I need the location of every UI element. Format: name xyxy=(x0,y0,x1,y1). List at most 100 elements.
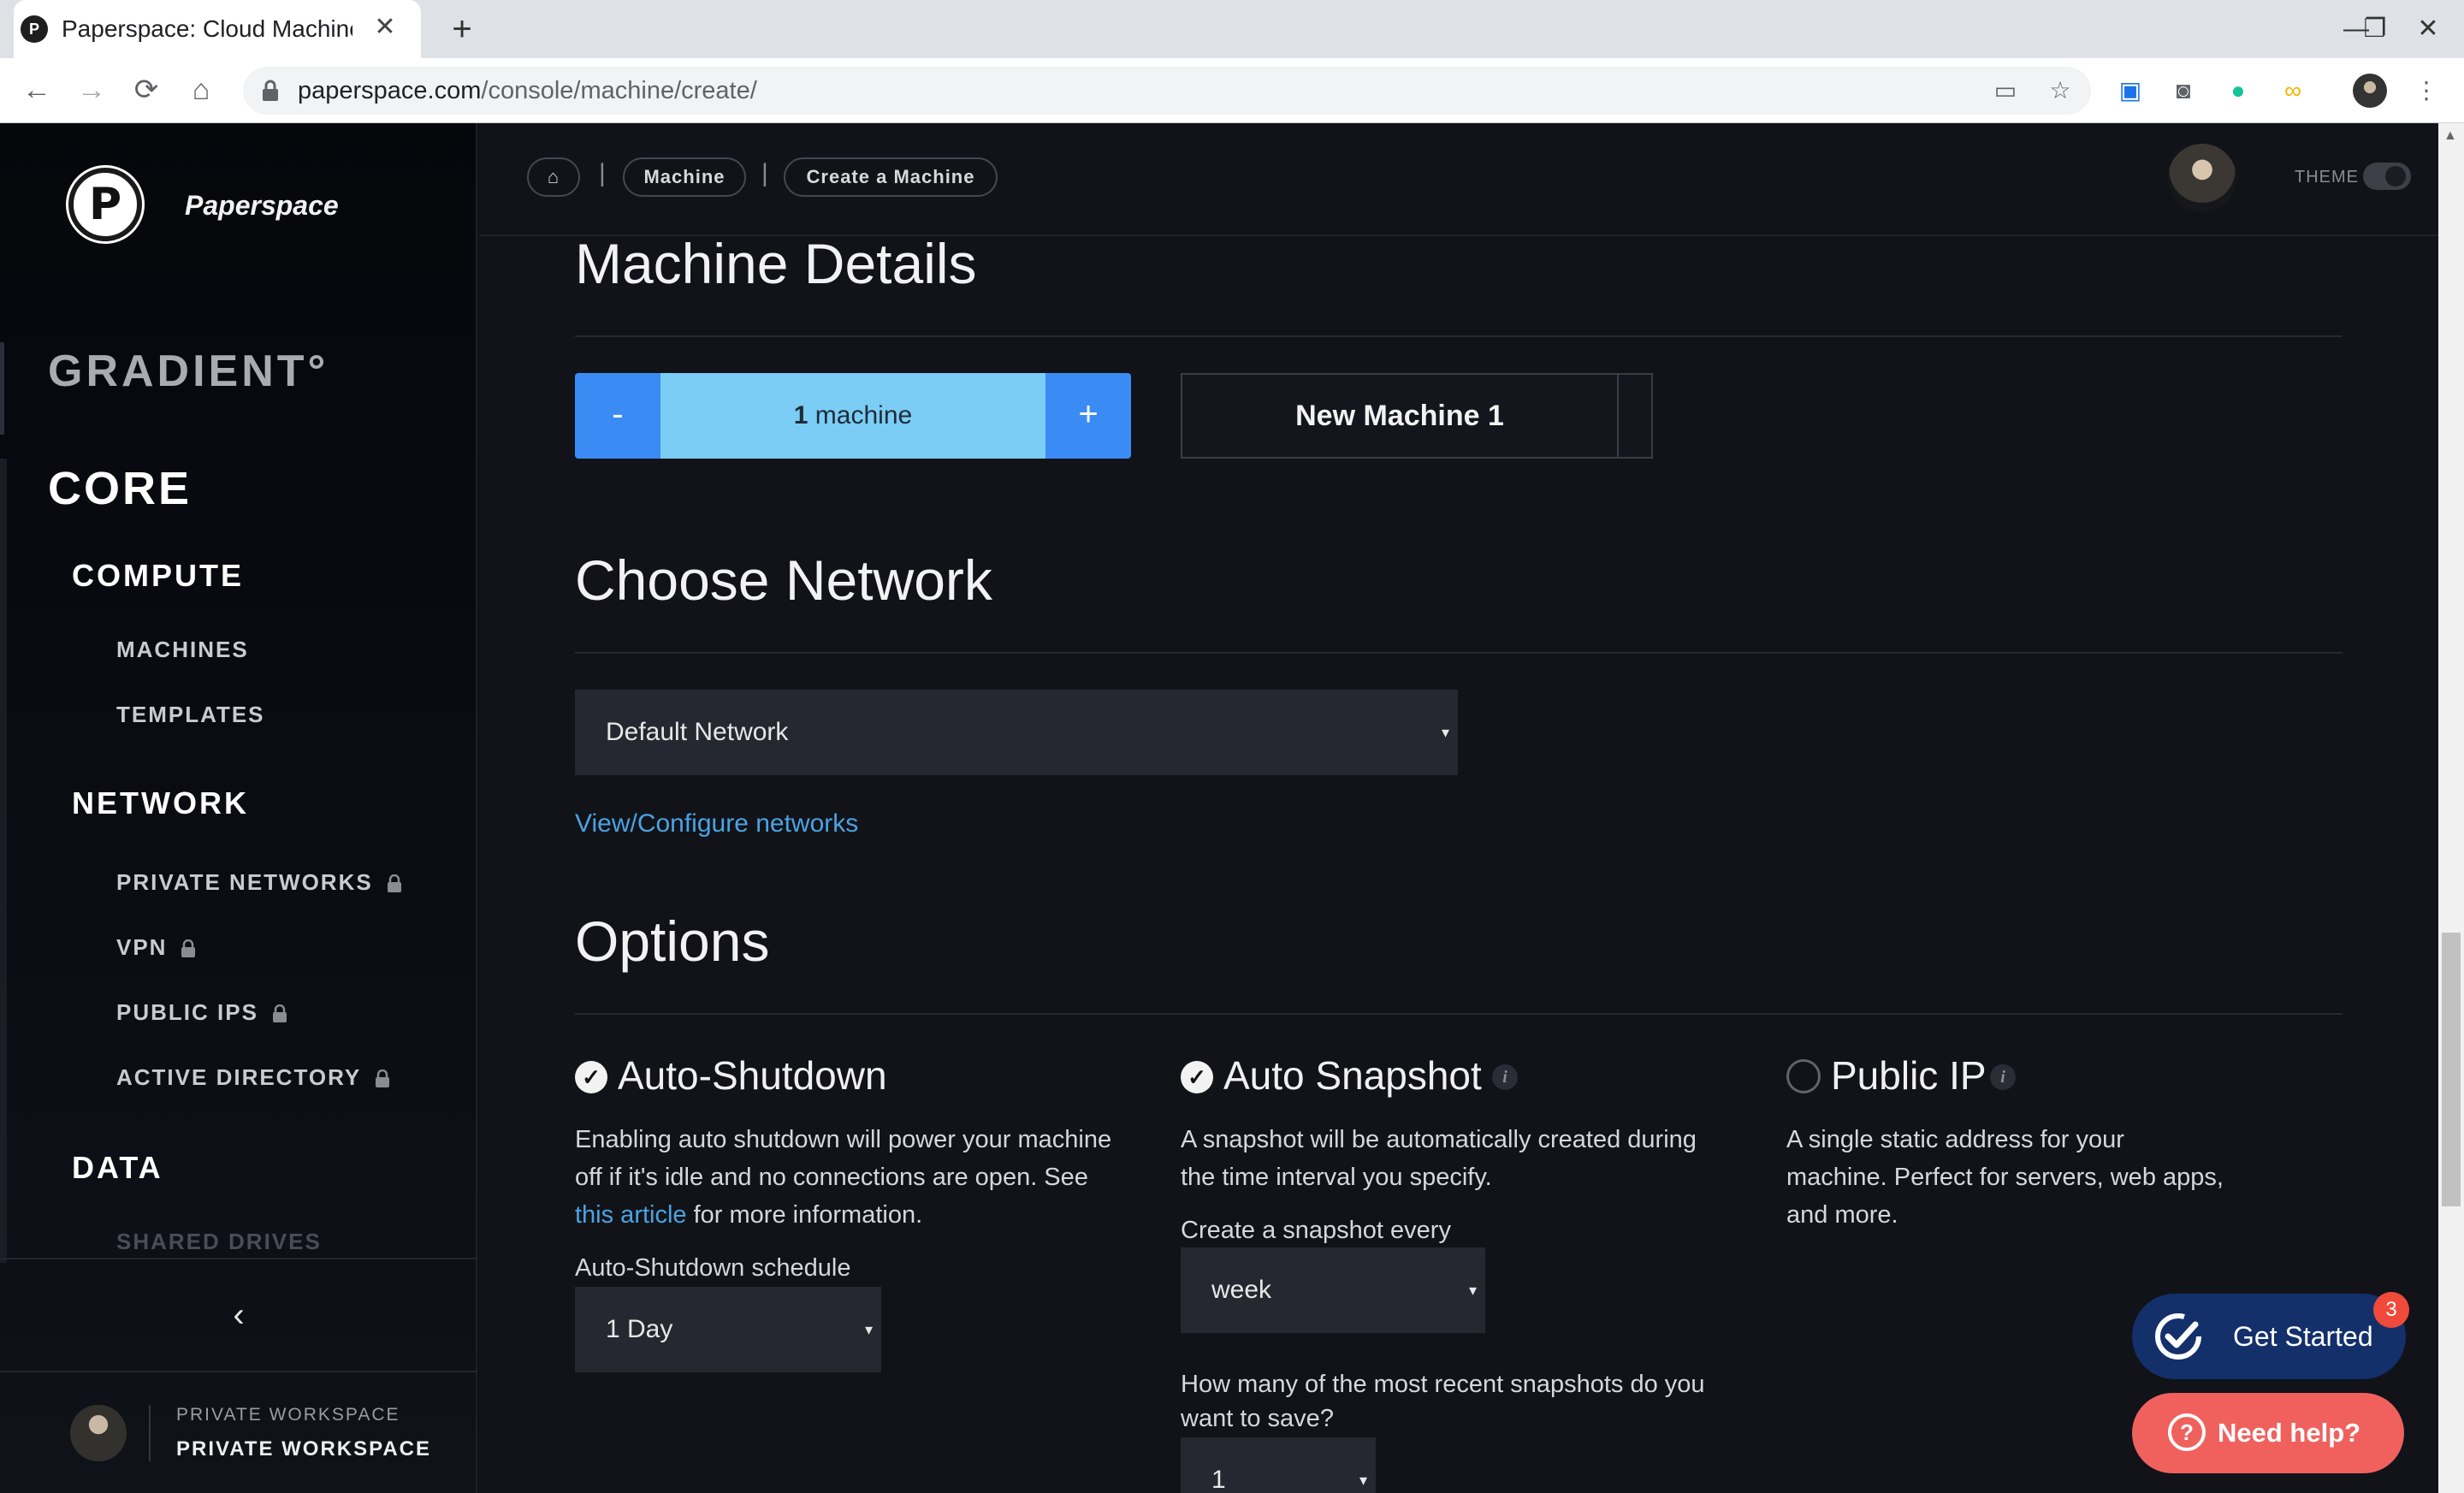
auto-snapshot-checkbox[interactable]: ✓ xyxy=(1181,1061,1213,1093)
get-started-label: Get Started xyxy=(2233,1321,2373,1352)
cast-icon[interactable]: ▭ xyxy=(1987,72,2024,110)
auto-shutdown-title: Auto-Shutdown xyxy=(618,1053,887,1098)
section-divider xyxy=(575,335,2343,337)
user-avatar[interactable] xyxy=(2168,144,2236,212)
machine-details-heading: Machine Details xyxy=(575,232,977,295)
menu-kebab-icon[interactable]: ⋮ xyxy=(2408,72,2445,110)
auto-snapshot-title: Auto Snapshot xyxy=(1223,1053,1482,1098)
workspace-type: PRIVATE WORKSPACE xyxy=(176,1405,400,1425)
scrollbar-thumb[interactable] xyxy=(2442,933,2461,1206)
scroll-up-arrow-icon[interactable]: ▲ xyxy=(2443,128,2457,144)
workspace-separator xyxy=(149,1405,151,1461)
auto-shutdown-checkbox[interactable]: ✓ xyxy=(575,1061,607,1093)
workspace-name[interactable]: PRIVATE WORKSPACE xyxy=(176,1437,431,1461)
auto-shutdown-schedule-select[interactable]: 1 Day ▾ xyxy=(575,1287,881,1372)
machine-count-number: 1 xyxy=(793,401,808,430)
public-ip-checkbox[interactable] xyxy=(1786,1059,1821,1093)
auto-snapshot-info-icon[interactable]: i xyxy=(1492,1064,1518,1090)
auto-shutdown-desc-text: Enabling auto shutdown will power your m… xyxy=(575,1126,1112,1191)
sidebar-section-compute: COMPUTE xyxy=(72,558,244,593)
public-ip-info-icon[interactable]: i xyxy=(1990,1064,2016,1090)
brand-name[interactable]: Paperspace xyxy=(185,190,339,222)
grammarly-extension-icon[interactable]: ● xyxy=(2219,72,2257,110)
lock-icon xyxy=(387,874,401,893)
machine-name-value[interactable]: New Machine 1 xyxy=(1182,375,1617,457)
camera-extension-icon[interactable]: ◙ xyxy=(2165,72,2202,110)
vpn-label: VPN xyxy=(116,934,168,960)
sidebar-core[interactable]: CORE xyxy=(48,462,192,515)
breadcrumb-create-machine[interactable]: Create a Machine xyxy=(784,157,998,197)
paperspace-logo-icon[interactable]: P xyxy=(68,168,142,241)
auto-shutdown-description: Enabling auto shutdown will power your m… xyxy=(575,1121,1122,1234)
collapse-sidebar-chevron-icon[interactable]: ‹ xyxy=(217,1294,260,1336)
choose-network-heading: Choose Network xyxy=(575,548,992,612)
get-started-badge: 3 xyxy=(2373,1292,2409,1328)
theme-toggle-knob xyxy=(2385,166,2406,187)
close-window-icon[interactable]: ✕ xyxy=(2409,10,2447,48)
snapshot-keep-label: How many of the most recent snapshots do… xyxy=(1181,1371,1705,1432)
configure-networks-link[interactable]: View/Configure networks xyxy=(575,809,858,838)
public-ip-description: A single static address for your machine… xyxy=(1786,1126,2224,1229)
lock-icon xyxy=(376,1069,390,1088)
sidebar-item-templates[interactable]: TEMPLATES xyxy=(116,702,265,728)
sidebar-item-private-networks[interactable]: PRIVATE NETWORKS xyxy=(116,869,402,896)
url-domain: paperspace.com xyxy=(298,77,482,104)
url-text: paperspace.com/console/machine/create/ xyxy=(298,72,757,110)
workspace-avatar[interactable] xyxy=(70,1405,127,1461)
tab-close-icon[interactable]: ✕ xyxy=(370,12,400,43)
url-path: /console/machine/create/ xyxy=(481,77,757,104)
infinity-extension-icon[interactable]: ∞ xyxy=(2274,72,2312,110)
snapshot-interval-select[interactable]: week ▾ xyxy=(1181,1247,1485,1333)
lock-icon xyxy=(272,1004,287,1023)
core-indicator xyxy=(0,459,7,1263)
gradient-indicator xyxy=(0,342,4,435)
sidebar-item-public-ips[interactable]: PUBLIC IPS xyxy=(116,999,287,1026)
active-directory-label: ACTIVE DIRECTORY xyxy=(116,1064,362,1090)
options-heading: Options xyxy=(575,909,770,973)
snapshot-interval-label: Create a snapshot every xyxy=(1181,1217,1451,1244)
sidebar-item-shared-drives[interactable]: SHARED DRIVES xyxy=(116,1229,322,1255)
sidebar-section-network: NETWORK xyxy=(72,785,249,821)
decrement-machines-button[interactable]: - xyxy=(575,373,660,459)
snapshot-keep-value: 1 xyxy=(1211,1466,1226,1493)
sidebar-divider xyxy=(0,1371,477,1372)
page-scrollbar[interactable] xyxy=(2438,123,2464,1493)
sidebar-item-active-directory[interactable]: ACTIVE DIRECTORY xyxy=(116,1064,390,1091)
public-ips-label: PUBLIC IPS xyxy=(116,999,258,1025)
snapshot-keep-select[interactable]: 1 ▾ xyxy=(1181,1437,1376,1493)
breadcrumb-separator: | xyxy=(599,159,606,187)
save-extension-icon[interactable]: ▣ xyxy=(2112,72,2149,110)
sidebar-gradient[interactable]: GRADIENT° xyxy=(48,346,329,397)
auto-shutdown-desc-tail: for more information. xyxy=(686,1201,923,1229)
need-help-label: Need help? xyxy=(2218,1418,2361,1448)
sidebar-item-machines[interactable]: MACHINES xyxy=(116,637,249,663)
breadcrumb-home-icon[interactable]: ⌂ xyxy=(527,157,580,197)
section-divider xyxy=(575,652,2343,654)
profile-avatar-icon[interactable] xyxy=(2353,74,2387,108)
auto-shutdown-schedule-value: 1 Day xyxy=(606,1315,673,1343)
reload-icon[interactable]: ⟳ xyxy=(125,68,168,111)
paperspace-favicon-icon: P xyxy=(21,15,48,43)
chevron-down-icon: ▾ xyxy=(1359,1472,1367,1489)
forward-arrow-icon[interactable]: → xyxy=(70,68,113,111)
breadcrumb-machine[interactable]: Machine xyxy=(623,157,746,197)
network-select-value: Default Network xyxy=(606,718,789,746)
bookmark-star-icon[interactable]: ☆ xyxy=(2041,72,2079,110)
theme-label: THEME xyxy=(2295,168,2359,187)
snapshot-interval-value: week xyxy=(1211,1276,1272,1304)
machine-count: 1 machine xyxy=(660,373,1045,459)
public-ip-title: Public IP xyxy=(1831,1053,1987,1098)
sidebar-section-data: DATA xyxy=(72,1150,163,1185)
sidebar-item-vpn[interactable]: VPN xyxy=(116,934,196,961)
network-select[interactable]: Default Network ▾ xyxy=(575,690,1458,775)
restore-window-icon[interactable]: ❐ xyxy=(2356,10,2394,48)
checklist-icon xyxy=(2155,1313,2201,1360)
this-article-link[interactable]: this article xyxy=(575,1201,687,1229)
new-tab-button[interactable]: + xyxy=(443,10,481,48)
lock-icon xyxy=(181,939,196,958)
back-arrow-icon[interactable]: ← xyxy=(15,68,58,111)
increment-machines-button[interactable]: + xyxy=(1045,373,1131,459)
help-question-icon: ? xyxy=(2168,1413,2206,1451)
home-icon[interactable]: ⌂ xyxy=(180,68,222,111)
machine-count-unit: machine xyxy=(808,401,913,430)
